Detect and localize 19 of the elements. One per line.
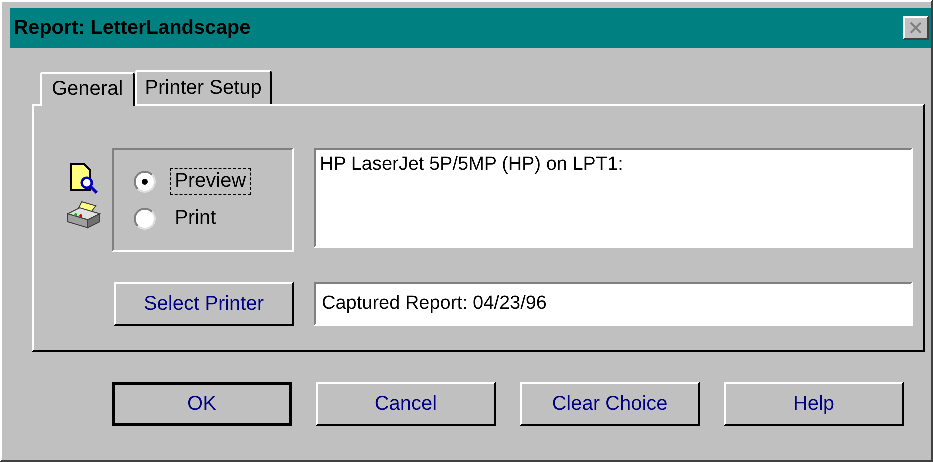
document-magnifier-icon [67,162,101,196]
tab[interactable]: General [40,72,136,106]
radio-button[interactable] [134,208,156,230]
window-title: Report: LetterLandscape [14,16,251,40]
close-icon [908,21,924,35]
dialog-button[interactable]: Help [724,382,904,426]
close-button[interactable] [903,16,929,40]
printer-name[interactable]: HP LaserJet 5P/5MP (HP) on LPT1: [320,154,624,175]
radio-button[interactable] [134,170,156,192]
dialog-button[interactable]: Cancel [316,382,496,426]
select-printer-button[interactable]: Select Printer [114,282,294,326]
dialog-button[interactable]: Clear Choice [520,382,700,426]
report-field[interactable]: Captured Report: 04/23/96 [314,282,913,326]
radio-label[interactable]: Preview [170,168,252,195]
printer-list[interactable]: HP LaserJet 5P/5MP (HP) on LPT1: [314,148,913,248]
tab[interactable]: Printer Setup [135,70,272,104]
printer-icon [66,200,102,230]
dialog-button[interactable]: OK [112,382,292,426]
radio-label[interactable]: Print [170,205,222,232]
